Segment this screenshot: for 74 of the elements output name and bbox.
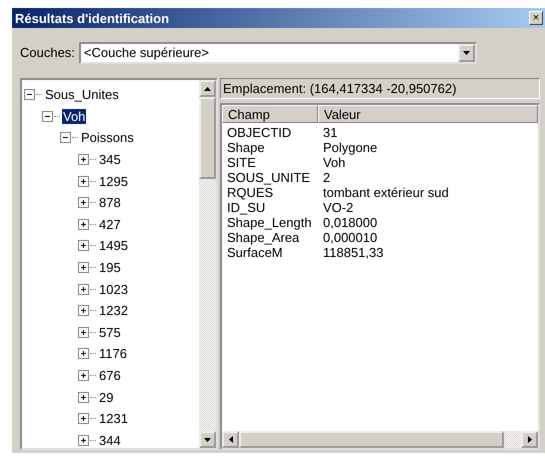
tree-item[interactable]: 344: [98, 432, 122, 448]
expand-icon[interactable]: [78, 434, 89, 446]
tree-item[interactable]: 1295: [98, 174, 129, 189]
table-cell-text: 0,000010: [322, 230, 378, 245]
table-cell-text: SOUS_UNITE: [226, 170, 312, 185]
expand-icon[interactable]: [78, 154, 89, 166]
caret-icon: [462, 50, 470, 54]
tree-item[interactable]: 1232: [98, 303, 129, 318]
dropdown-button[interactable]: [458, 44, 475, 62]
table-cell-text: SITE: [226, 155, 257, 170]
tree-item[interactable]: 29: [98, 390, 114, 405]
caret-icon: [528, 436, 532, 443]
collapse-icon[interactable]: [60, 132, 71, 144]
location-text: Emplacement: (164,417334 -20,950762): [220, 78, 540, 99]
dropdown-value: <Couche supérieure>: [82, 45, 209, 60]
close-button[interactable]: ×: [529, 11, 543, 25]
expand-icon[interactable]: [78, 305, 89, 316]
tree-item[interactable]: 575: [98, 324, 122, 340]
scroll-right-button[interactable]: [521, 431, 538, 448]
table-cell-text: 31: [322, 125, 338, 140]
tree-item[interactable]: 1176: [98, 346, 128, 362]
tree-item[interactable]: 1231: [98, 411, 129, 426]
tree-item[interactable]: Voh: [62, 108, 86, 124]
tree-item[interactable]: 195: [98, 260, 122, 276]
vertical-scrollbar[interactable]: [199, 80, 216, 448]
expand-icon[interactable]: [78, 370, 89, 382]
horizontal-scrollbar[interactable]: [222, 431, 538, 448]
scroll-down-button[interactable]: [199, 431, 216, 448]
expand-icon[interactable]: [78, 413, 89, 424]
expand-icon[interactable]: [78, 176, 89, 187]
expand-icon[interactable]: [78, 240, 89, 252]
expand-icon[interactable]: [78, 197, 89, 208]
tree-item[interactable]: 1023: [98, 282, 129, 297]
table-cell-text: SurfaceM: [226, 245, 284, 260]
table-cell-text: Shape_Area: [226, 230, 300, 245]
tree-item[interactable]: 1495: [98, 238, 129, 254]
tree-item[interactable]: 878: [98, 195, 122, 210]
table-cell-text: Shape: [226, 140, 266, 155]
table-cell-text: VO-2: [322, 200, 354, 215]
scroll-thumb[interactable]: [199, 97, 216, 179]
scroll-left-button[interactable]: [222, 431, 239, 448]
expand-icon[interactable]: [78, 218, 89, 230]
caret-icon: [228, 436, 232, 443]
expand-icon[interactable]: [78, 284, 89, 295]
column-header[interactable]: Valeur: [318, 105, 538, 123]
table-cell-text: RQUES: [226, 185, 274, 200]
expand-icon[interactable]: [78, 326, 89, 338]
table-cell-text: 2: [322, 170, 332, 185]
table-cell-text: Shape_Length: [226, 215, 313, 230]
tree-item[interactable]: 345: [98, 152, 122, 168]
scroll-thumb[interactable]: [239, 431, 504, 448]
table-cell-text: tombant extérieur sud: [322, 185, 450, 200]
layers-label: Couches:: [20, 45, 75, 60]
collapse-icon[interactable]: [24, 89, 35, 100]
table-cell-text: 118851,33: [322, 245, 384, 260]
column-header[interactable]: Champ: [222, 105, 318, 123]
caret-icon: [204, 86, 211, 90]
collapse-icon[interactable]: [42, 110, 53, 122]
table-cell-text: ID_SU: [226, 200, 266, 215]
tree-item[interactable]: Sous_Unites: [44, 87, 120, 102]
layers-dropdown[interactable]: <Couche supérieure>: [78, 42, 477, 64]
tree-item[interactable]: 427: [98, 216, 122, 232]
table-cell-text: 0,018000: [322, 215, 378, 230]
tree-item[interactable]: Poissons: [80, 130, 135, 146]
window-title: Résultats d'identification: [15, 10, 170, 26]
table-cell-text: Voh: [322, 155, 346, 170]
table-cell-text: OBJECTID: [226, 125, 292, 140]
expand-icon[interactable]: [78, 348, 89, 360]
scroll-up-button[interactable]: [199, 80, 216, 97]
expand-icon[interactable]: [78, 392, 89, 403]
table-cell-text: Polygone: [322, 140, 378, 155]
caret-icon: [204, 438, 211, 442]
expand-icon[interactable]: [78, 262, 89, 274]
tree-item[interactable]: 676: [98, 368, 122, 384]
